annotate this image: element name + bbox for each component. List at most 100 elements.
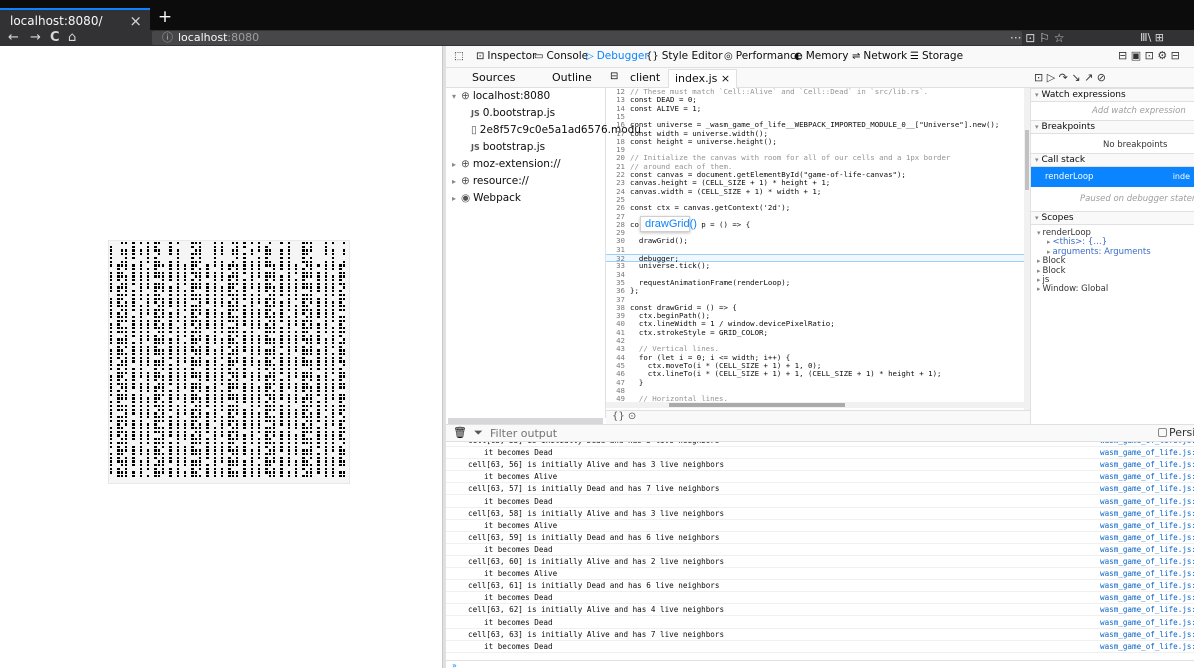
live-cell <box>295 286 298 289</box>
debugger-command-bar[interactable]: ⊡ ▷ ↷ ↘ ↗ ⊘ <box>1030 68 1194 88</box>
message-source-link[interactable]: wasm_game_of_life.js:8 <box>1100 520 1194 532</box>
code-line[interactable]: 41 ctx.strokeStyle = GRID_COLOR; <box>606 328 1024 337</box>
live-cell <box>176 427 179 430</box>
url-bar[interactable]: ⓘ localhost:8080 <box>152 31 1022 45</box>
element-picker-icon[interactable]: ⬚ <box>454 50 464 62</box>
tree-item-localhost[interactable]: ▾ ⊕ localhost:8080 <box>452 90 550 102</box>
tab-outline[interactable]: Outline <box>552 71 592 84</box>
call-stack-header[interactable]: ▾ Call stack <box>1031 153 1194 167</box>
message-source-link[interactable]: wasm_game_of_life.js:8 <box>1100 496 1194 508</box>
live-cell <box>232 282 235 286</box>
tab-network[interactable]: ⇌ Network <box>852 50 907 62</box>
tab-close-icon[interactable]: × <box>129 12 142 30</box>
tab-style-editor[interactable]: {} Style Editor <box>646 50 723 62</box>
message-source-link[interactable]: wasm_game_of_life.js:8 <box>1100 544 1194 556</box>
code-line[interactable]: 46 ctx.lineTo(i * (CELL_SIZE + 1) + 1, (… <box>606 369 1024 378</box>
editor-footer[interactable]: {} ⊙ <box>606 410 1030 424</box>
library-icon[interactable]: Ⅲ\ ⊞ <box>1140 30 1164 46</box>
console-input[interactable]: » <box>446 660 1194 668</box>
checkbox-box[interactable] <box>1158 428 1167 437</box>
live-cell <box>147 338 150 341</box>
watch-expression-input[interactable]: Add watch expression <box>1092 106 1186 116</box>
live-cell <box>306 260 309 263</box>
message-source-link[interactable]: wasm_game_of_life.js:8 <box>1100 629 1194 641</box>
live-cell <box>287 419 290 422</box>
live-cell <box>309 282 313 286</box>
live-cell <box>295 338 298 341</box>
reload-icon[interactable]: C <box>50 30 60 45</box>
message-source-link[interactable]: wasm_game_of_life.js:8 <box>1100 604 1194 616</box>
tab-debugger[interactable]: ▷ Debugger <box>586 50 649 62</box>
new-tab-button[interactable]: + <box>155 8 175 28</box>
persist-logs-checkbox[interactable]: Persi <box>1158 426 1194 439</box>
code-line[interactable]: 31 <box>606 245 1024 254</box>
live-cell <box>332 267 335 271</box>
message-source-link[interactable]: wasm_game_of_life.js:8 <box>1100 617 1194 629</box>
clear-console-icon[interactable]: 🗑 <box>453 426 467 439</box>
message-source-link[interactable]: wasm_game_of_life.js:8 <box>1100 471 1194 483</box>
scopes-header[interactable]: ▾ Scopes <box>1031 211 1194 225</box>
tab-console[interactable]: ▭ Console <box>534 50 588 62</box>
site-info-icon[interactable]: ⓘ <box>162 31 173 44</box>
message-source-link[interactable]: wasm_game_of_life.js:8 <box>1100 532 1194 544</box>
tab-memory[interactable]: ◐ Memory <box>794 50 848 62</box>
line-number[interactable]: 31 <box>606 245 630 254</box>
live-cell <box>110 304 113 308</box>
message-source-link[interactable]: wasm_game_of_life.js:8 <box>1100 592 1194 604</box>
message-source-link[interactable]: wasm_game_of_life.js:8 <box>1100 459 1194 471</box>
tab-performance[interactable]: ◎ Performance <box>724 50 802 62</box>
watch-expressions-header[interactable]: ▾ Watch expressions <box>1031 88 1194 102</box>
live-cell <box>121 275 124 278</box>
code-line[interactable]: 30 drawGrid(); <box>606 237 1024 246</box>
tree-item-file[interactable]: JS bootstrap.js <box>471 141 545 153</box>
tree-item-webpack[interactable]: ▸ ◉ Webpack <box>452 192 521 204</box>
code-line[interactable]: 36}; <box>606 286 1024 295</box>
live-cell <box>272 475 276 478</box>
code-line[interactable]: 33 universe.tick(); <box>606 261 1024 270</box>
live-cell <box>147 386 150 389</box>
live-cell <box>110 356 113 360</box>
message-source-link[interactable]: wasm_game_of_life.js:8 <box>1100 568 1194 580</box>
live-cell <box>139 353 142 356</box>
forward-icon[interactable]: → <box>30 30 41 45</box>
editor-vscroll-thumb[interactable] <box>1025 130 1029 190</box>
live-cell <box>228 415 231 419</box>
tree-item-resource[interactable]: ▸ ⊕ resource:// <box>452 175 529 187</box>
devtools-options-icon[interactable]: ⊟ ▣ ⊡ ⚙ ⊟ <box>1118 49 1180 62</box>
tab-inspector[interactable]: ⊡ Inspector <box>476 50 536 62</box>
live-cell <box>191 260 194 263</box>
live-cell <box>295 375 298 378</box>
code-editor[interactable]: 12// These must match `Cell::Alive` and … <box>606 88 1030 410</box>
home-icon[interactable]: ⌂ <box>68 30 76 45</box>
tree-item-moz-extension[interactable]: ▸ ⊕ moz-extension:// <box>452 158 561 170</box>
tab-client[interactable]: client <box>630 71 660 84</box>
message-source-link[interactable]: wasm_game_of_life.js:8 <box>1100 641 1194 653</box>
back-icon[interactable]: ← <box>8 30 19 45</box>
code-line[interactable]: 26 const ctx = canvas.getContext('2d'); <box>606 203 1024 212</box>
code-line[interactable]: 14 const ALIVE = 1; <box>606 104 1024 113</box>
code-line[interactable]: 35 requestAnimationFrame(renderLoop); <box>606 278 1024 287</box>
toggle-sources-icon[interactable]: ⊟ <box>610 71 618 82</box>
call-stack-frame[interactable]: renderLoop inde <box>1031 167 1194 187</box>
code-line[interactable]: 24 canvas.width = (CELL_SIZE + 1) * width… <box>606 187 1024 196</box>
filter-input[interactable]: Filter output <box>490 427 557 440</box>
live-cell <box>280 390 283 393</box>
message-source-link[interactable]: wasm_game_of_life.js:8 <box>1100 483 1194 495</box>
live-cell <box>339 460 342 463</box>
code-line[interactable]: 47 } <box>606 378 1024 387</box>
scope-item[interactable]: ▸ Window: Global <box>1037 284 1108 294</box>
live-cell <box>195 360 198 363</box>
tab-storage[interactable]: ☰ Storage <box>910 50 963 62</box>
tree-item-file[interactable]: JS 0.bootstrap.js <box>471 107 555 119</box>
tab-index-js[interactable]: index.js × <box>668 69 738 88</box>
code-line[interactable]: 18 const height = universe.height(); <box>606 137 1024 146</box>
message-source-link[interactable]: wasm_game_of_life.js:8 <box>1100 580 1194 592</box>
editor-hscroll-thumb[interactable] <box>669 403 845 407</box>
breakpoints-header[interactable]: ▾ Breakpoints <box>1031 120 1194 134</box>
message-source-link[interactable]: wasm_game_of_life.js:8 <box>1100 556 1194 568</box>
message-source-link[interactable]: wasm_game_of_life.js:8 <box>1100 447 1194 459</box>
message-source-link[interactable]: wasm_game_of_life.js:8 <box>1100 508 1194 520</box>
page-actions-icon[interactable]: ··· ⊡ ⚐ ☆ <box>1010 30 1064 46</box>
browser-tab[interactable]: localhost:8080/ × <box>0 8 150 30</box>
tab-sources[interactable]: Sources <box>472 71 516 84</box>
